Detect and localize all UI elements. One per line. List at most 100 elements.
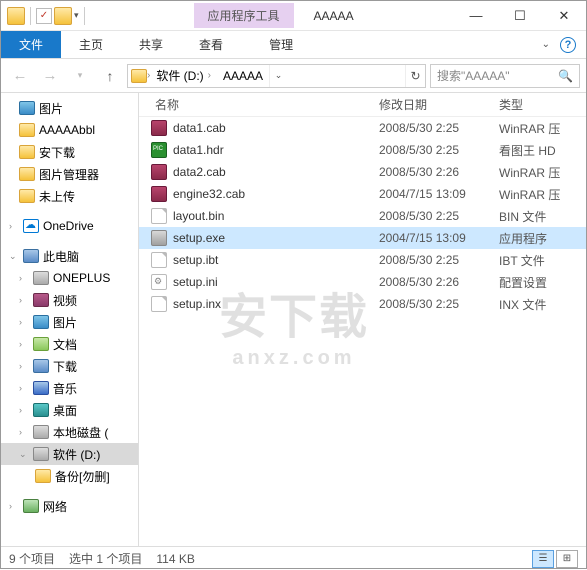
file-row[interactable]: layout.bin2008/5/30 2:25BIN 文件 bbox=[139, 205, 586, 227]
tree-node-documents[interactable]: ›文档 bbox=[1, 333, 138, 355]
search-icon: 🔍 bbox=[558, 69, 573, 83]
address-dropdown[interactable]: ⌄ bbox=[269, 65, 287, 87]
address-bar[interactable]: › 软件 (D:)› AAAAA ⌄ ↻ bbox=[127, 64, 426, 88]
file-name: engine32.cab bbox=[173, 187, 379, 201]
properties-button[interactable]: ✓ bbox=[36, 8, 52, 24]
tree-node-desktop[interactable]: ›桌面 bbox=[1, 399, 138, 421]
file-date: 2008/5/30 2:25 bbox=[379, 143, 499, 157]
status-selected: 选中 1 个项目 bbox=[69, 550, 142, 567]
tab-share[interactable]: 共享 bbox=[121, 31, 181, 58]
device-icon bbox=[33, 271, 49, 285]
file-type: 配置设置 bbox=[499, 274, 586, 291]
qat-dropdown[interactable]: ▾ bbox=[74, 10, 79, 21]
recent-dropdown[interactable]: ▾ bbox=[67, 63, 93, 89]
close-button[interactable]: ✕ bbox=[542, 2, 586, 30]
tree-node-music[interactable]: ›音乐 bbox=[1, 377, 138, 399]
tree-node-network[interactable]: ›网络 bbox=[1, 495, 138, 517]
tree-label: 此电脑 bbox=[43, 248, 79, 265]
file-list-area: 名称 修改日期 类型 安下载 anxz.com data1.cab2008/5/… bbox=[139, 93, 586, 546]
forward-button[interactable]: → bbox=[37, 63, 63, 89]
breadcrumb-label: AAAAA bbox=[223, 69, 263, 83]
navigation-tree[interactable]: 图片 AAAAAbbl 安下载 图片管理器 未上传 › OneDrive ⌄ 此电脑… bbox=[1, 93, 139, 546]
tab-file[interactable]: 文件 bbox=[1, 31, 61, 58]
ribbon-right: ⌄ ? bbox=[542, 37, 586, 53]
icons-view-button[interactable]: ⊞ bbox=[556, 550, 578, 568]
file-type: 看图王 HD bbox=[499, 142, 586, 159]
file-name: setup.exe bbox=[173, 231, 379, 245]
maximize-button[interactable]: ☐ bbox=[498, 2, 542, 30]
back-button[interactable]: ← bbox=[7, 63, 33, 89]
search-placeholder: 搜索"AAAAA" bbox=[437, 67, 510, 84]
collapse-icon[interactable]: ⌄ bbox=[9, 251, 19, 262]
tree-node-pictures[interactable]: ›图片 bbox=[1, 311, 138, 333]
minimize-button[interactable]: — bbox=[454, 2, 498, 30]
contextual-tab-header: 应用程序工具 bbox=[194, 3, 294, 28]
column-date[interactable]: 修改日期 bbox=[369, 96, 489, 113]
tree-node-video[interactable]: ›视频 bbox=[1, 289, 138, 311]
tree-node-backup[interactable]: 备份[勿删] bbox=[1, 465, 138, 487]
refresh-button[interactable]: ↻ bbox=[405, 65, 425, 87]
tree-node-folder[interactable]: AAAAAbbl bbox=[1, 119, 138, 141]
folder-icon bbox=[19, 167, 35, 181]
desktop-icon bbox=[33, 403, 49, 417]
tree-label: AAAAAbbl bbox=[39, 123, 95, 137]
file-date: 2004/7/15 13:09 bbox=[379, 187, 499, 201]
file-row[interactable]: engine32.cab2004/7/15 13:09WinRAR 压 bbox=[139, 183, 586, 205]
tree-label: 视频 bbox=[53, 292, 77, 309]
new-folder-button[interactable] bbox=[54, 7, 72, 25]
tree-node-localdisk[interactable]: ›本地磁盘 ( bbox=[1, 421, 138, 443]
tree-label: 备份[勿删] bbox=[55, 468, 110, 485]
tree-node-thispc[interactable]: ⌄ 此电脑 bbox=[1, 245, 138, 267]
navigation-bar: ← → ▾ ↑ › 软件 (D:)› AAAAA ⌄ ↻ 搜索"AAAAA" 🔍 bbox=[1, 59, 586, 93]
pc-icon bbox=[23, 249, 39, 263]
tree-node-folder[interactable]: 安下载 bbox=[1, 141, 138, 163]
documents-icon bbox=[33, 337, 49, 351]
breadcrumb-drive[interactable]: 软件 (D:)› bbox=[150, 65, 217, 87]
separator bbox=[84, 7, 85, 25]
downloads-icon bbox=[33, 359, 49, 373]
breadcrumb-folder[interactable]: AAAAA bbox=[217, 65, 269, 87]
tree-node-onedrive[interactable]: › OneDrive bbox=[1, 215, 138, 237]
column-name[interactable]: 名称 bbox=[139, 96, 369, 113]
tab-manage[interactable]: 管理 bbox=[251, 36, 311, 53]
help-button[interactable]: ? bbox=[560, 37, 576, 53]
file-row[interactable]: data2.cab2008/5/30 2:26WinRAR 压 bbox=[139, 161, 586, 183]
expand-icon[interactable]: › bbox=[9, 221, 19, 231]
up-button[interactable]: ↑ bbox=[97, 63, 123, 89]
folder-icon bbox=[19, 145, 35, 159]
search-input[interactable]: 搜索"AAAAA" 🔍 bbox=[430, 64, 580, 88]
details-view-button[interactable]: ☰ bbox=[532, 550, 554, 568]
tab-view[interactable]: 查看 bbox=[181, 31, 241, 58]
file-row[interactable]: data1.hdr2008/5/30 2:25看图王 HD bbox=[139, 139, 586, 161]
tree-node-folder[interactable]: 图片管理器 bbox=[1, 163, 138, 185]
quick-access-toolbar: ✓ ▾ bbox=[1, 5, 94, 27]
file-list[interactable]: 安下载 anxz.com data1.cab2008/5/30 2:25WinR… bbox=[139, 117, 586, 546]
tree-node-device[interactable]: ›ONEPLUS bbox=[1, 267, 138, 289]
column-type[interactable]: 类型 bbox=[489, 96, 586, 113]
view-switcher: ☰ ⊞ bbox=[532, 550, 578, 568]
tree-node-folder[interactable]: 未上传 bbox=[1, 185, 138, 207]
file-row[interactable]: setup.inx2008/5/30 2:25INX 文件 bbox=[139, 293, 586, 315]
drive-icon bbox=[33, 447, 49, 461]
collapse-icon[interactable]: ⌄ bbox=[19, 449, 29, 460]
file-name: setup.inx bbox=[173, 297, 379, 311]
file-row[interactable]: data1.cab2008/5/30 2:25WinRAR 压 bbox=[139, 117, 586, 139]
drive-icon bbox=[33, 425, 49, 439]
ribbon-collapse-button[interactable]: ⌄ bbox=[542, 39, 550, 50]
titlebar: ✓ ▾ 应用程序工具 AAAAA — ☐ ✕ bbox=[1, 1, 586, 31]
tree-node-softwaredisk[interactable]: ⌄软件 (D:) bbox=[1, 443, 138, 465]
tab-home[interactable]: 主页 bbox=[61, 31, 121, 58]
folder-icon[interactable] bbox=[7, 7, 25, 25]
ribbon-tabs: 文件 主页 共享 查看 管理 ⌄ ? bbox=[1, 31, 586, 59]
file-row[interactable]: setup.ibt2008/5/30 2:25IBT 文件 bbox=[139, 249, 586, 271]
file-row[interactable]: setup.exe2004/7/15 13:09应用程序 bbox=[139, 227, 586, 249]
tree-node-downloads[interactable]: ›下载 bbox=[1, 355, 138, 377]
file-row[interactable]: setup.ini2008/5/30 2:26配置设置 bbox=[139, 271, 586, 293]
tree-node-pictures[interactable]: 图片 bbox=[1, 97, 138, 119]
file-name: setup.ibt bbox=[173, 253, 379, 267]
folder-icon bbox=[131, 69, 147, 83]
file-name: layout.bin bbox=[173, 209, 379, 223]
window-controls: — ☐ ✕ bbox=[454, 2, 586, 30]
tree-label: OneDrive bbox=[43, 219, 94, 233]
network-icon bbox=[23, 499, 39, 513]
